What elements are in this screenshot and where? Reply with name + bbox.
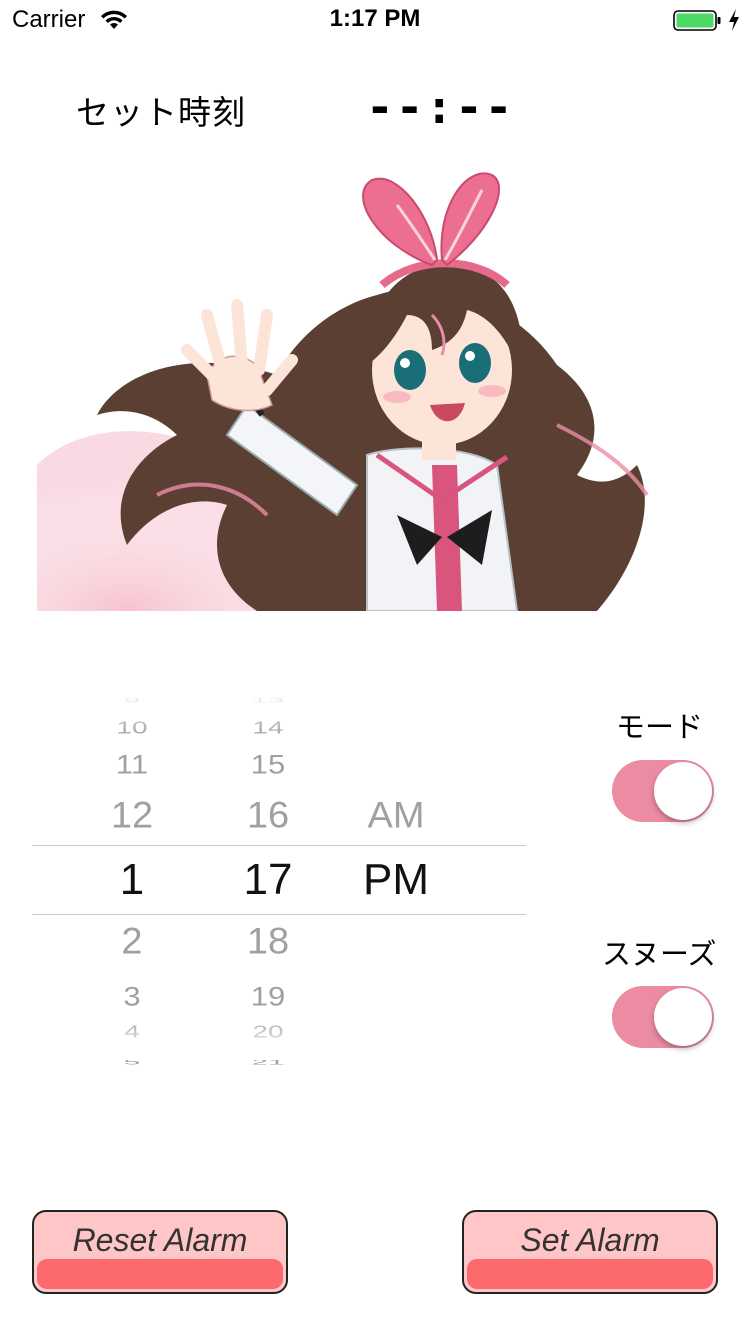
set-alarm-button-bar <box>467 1259 713 1289</box>
picker-row[interactable]: 18 <box>208 924 328 961</box>
set-alarm-button[interactable]: Set Alarm <box>462 1210 718 1294</box>
time-picker[interactable]: 9 10 11 12 1 2 3 4 5 13 14 15 16 17 18 19 20 21 AM PM <box>32 690 526 1066</box>
picker-row[interactable]: 9 <box>72 696 192 704</box>
alarm-screen: Carrier 1:17 PM セット時刻 --:-- 9 10 11 12 1… <box>0 0 750 1334</box>
set-time-label: セット時刻 <box>76 93 246 132</box>
snooze-switch-label: スヌーズ <box>602 937 717 971</box>
am-pm-wheel[interactable]: AM PM <box>332 690 460 1060</box>
reset-alarm-button[interactable]: Reset Alarm <box>32 1210 288 1294</box>
picker-row[interactable]: 11 <box>72 751 192 778</box>
picker-row[interactable]: 4 <box>72 1023 192 1040</box>
status-bar: Carrier 1:17 PM <box>0 0 750 40</box>
minute-wheel[interactable]: 13 14 15 16 17 18 19 20 21 <box>208 690 328 1066</box>
picker-row-selected[interactable]: 17 <box>208 858 328 902</box>
picker-row[interactable]: 3 <box>72 983 192 1010</box>
anime-girl-illustration <box>37 172 649 611</box>
snooze-switch-knob <box>654 988 712 1046</box>
picker-row[interactable]: 21 <box>208 1058 328 1066</box>
picker-row[interactable]: 20 <box>208 1023 328 1040</box>
reset-alarm-button-bar <box>37 1259 283 1289</box>
picker-row[interactable]: 2 <box>72 924 192 961</box>
picker-row[interactable]: 13 <box>208 696 328 704</box>
picker-row-selected[interactable]: 1 <box>72 858 192 902</box>
picker-row[interactable]: 16 <box>208 798 328 835</box>
battery-icon <box>673 10 721 31</box>
mode-switch-label: モード <box>616 710 704 744</box>
mode-switch[interactable] <box>612 760 714 822</box>
picker-row[interactable]: 15 <box>208 751 328 778</box>
mode-switch-knob <box>654 762 712 820</box>
picker-row[interactable]: 5 <box>72 1058 192 1066</box>
picker-row[interactable]: 14 <box>208 719 328 736</box>
charging-bolt-icon <box>729 9 739 31</box>
reset-alarm-button-label: Reset Alarm <box>72 1222 248 1258</box>
status-time: 1:17 PM <box>329 5 421 32</box>
hour-wheel[interactable]: 9 10 11 12 1 2 3 4 5 <box>72 690 192 1066</box>
picker-row[interactable]: 10 <box>72 719 192 736</box>
set-time-value: --:-- <box>366 80 515 134</box>
set-alarm-button-label: Set Alarm <box>520 1222 660 1258</box>
picker-row-selected[interactable]: PM <box>332 858 460 902</box>
snooze-switch[interactable] <box>612 986 714 1048</box>
picker-row[interactable]: 12 <box>72 798 192 835</box>
picker-row[interactable]: AM <box>332 798 460 835</box>
picker-row[interactable]: 19 <box>208 983 328 1010</box>
